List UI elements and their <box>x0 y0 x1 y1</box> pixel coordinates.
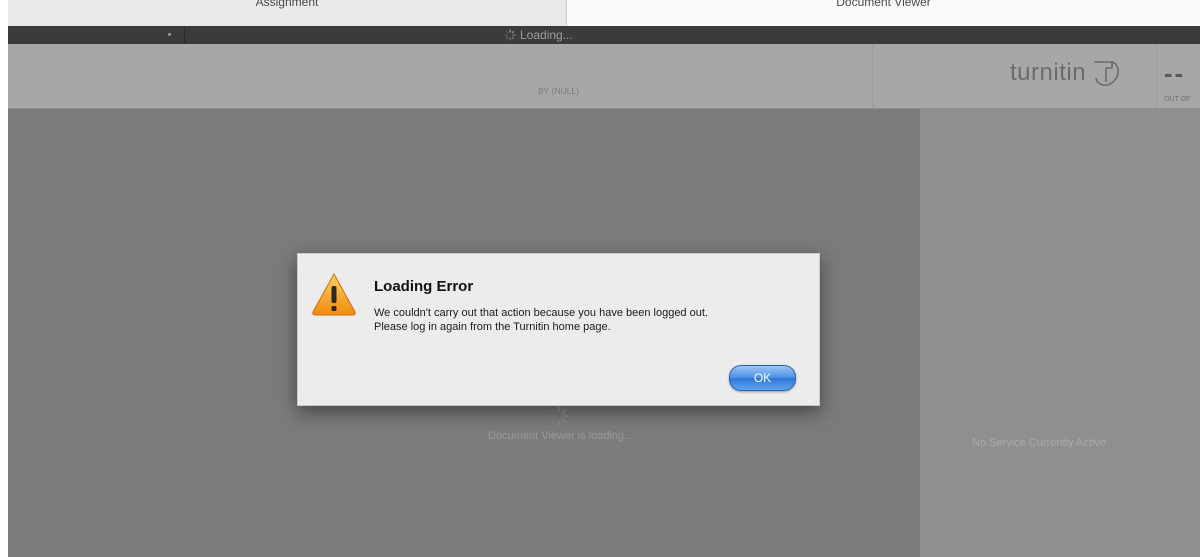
similarity-score: -- <box>1164 58 1186 88</box>
loading-bar: Loading... <box>8 26 1200 44</box>
logo-text: turnitin <box>1010 59 1087 86</box>
document-header: BY (NULL) turnitin -- OUT OF <box>8 44 1200 109</box>
author-byline: BY (NULL) <box>538 87 580 96</box>
tab-strip: Assignment Document Viewer <box>8 0 1200 26</box>
turnitin-logo-icon <box>1094 61 1119 86</box>
side-panel: No Service Currently Active <box>920 109 1200 557</box>
warning-triangle-icon <box>312 272 356 316</box>
tab-document-viewer[interactable]: Document Viewer <box>567 0 1200 26</box>
dialog-message: We couldn't carry out that action becaus… <box>374 306 804 334</box>
tab-document-viewer-label: Document Viewer <box>836 0 931 9</box>
tab-assignment[interactable]: Assignment <box>8 0 567 26</box>
tab-assignment-label: Assignment <box>255 0 319 9</box>
loading-error-dialog: Loading Error We couldn't carry out that… <box>297 253 820 406</box>
loading-status-text: Loading... <box>520 28 573 42</box>
viewer-loading-text: Document Viewer is loading... <box>488 430 634 442</box>
turnitin-logo: turnitin <box>1010 56 1122 88</box>
divider <box>184 26 185 44</box>
score-caption: OUT OF <box>1164 96 1191 103</box>
spinner-icon <box>504 29 516 41</box>
header-divider <box>1156 44 1157 108</box>
loading-status: Loading... <box>504 28 573 42</box>
header-divider <box>872 44 873 108</box>
dialog-message-line2: Please log in again from the Turnitin ho… <box>374 321 611 333</box>
menu-dot-icon[interactable] <box>168 33 171 36</box>
side-panel-status: No Service Currently Active <box>972 437 1106 449</box>
ok-button[interactable]: OK <box>729 365 796 391</box>
spinner-icon <box>549 406 569 426</box>
dialog-title: Loading Error <box>374 278 474 295</box>
dialog-message-line1: We couldn't carry out that action becaus… <box>374 307 708 319</box>
